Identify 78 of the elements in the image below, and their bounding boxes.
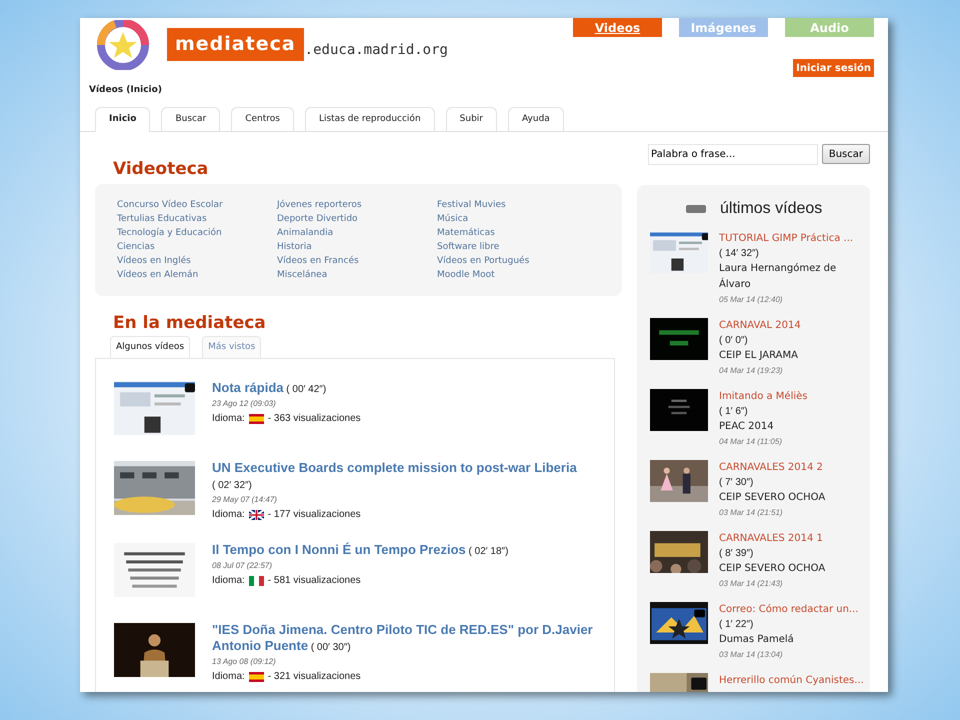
video-title[interactable]: Nota rápida ( 00′ 42″) xyxy=(212,379,597,397)
category-link[interactable]: Software libre xyxy=(437,240,500,254)
logo-wordmark: mediateca xyxy=(167,28,304,60)
category-link[interactable]: Festival Muvies xyxy=(437,198,506,212)
view-count: - 363 visualizaciones xyxy=(268,412,361,426)
video-title[interactable]: CARNAVAL 2014 xyxy=(719,318,869,333)
category-link[interactable]: Moodle Moot xyxy=(437,268,495,282)
site-domain: .educa.madrid.org xyxy=(304,40,448,60)
video-duration: ( 1′ 6″) xyxy=(719,405,749,419)
video-author: PEAC 2014 xyxy=(719,420,775,434)
video-author: CEIP EL JARAMA xyxy=(719,349,799,363)
category-link[interactable]: Jóvenes reporteros xyxy=(277,198,362,212)
video-date: 03 Mar 14 (21:43) xyxy=(719,578,784,590)
tab[interactable]: Centros xyxy=(231,107,294,131)
video-duration: ( 0′ 0″) xyxy=(719,334,749,348)
category-link[interactable]: Miscelánea xyxy=(277,268,328,282)
tab[interactable]: Listas de reproducción xyxy=(304,107,435,131)
view-count: - 177 visualizaciones xyxy=(268,508,361,522)
video-duration: ( 1′ 22″) xyxy=(719,618,754,632)
category-link[interactable]: Vídeos en Francés xyxy=(277,254,359,268)
language-label: Idioma: xyxy=(212,508,245,522)
tab[interactable]: Ayuda xyxy=(508,107,564,131)
video-author: Laura Hernangómez de Álvaro xyxy=(719,262,838,292)
login-button[interactable]: Iniciar sesión xyxy=(793,59,874,77)
language-label: Idioma: xyxy=(212,574,245,588)
video-title[interactable]: Imitando a Méliès xyxy=(719,389,869,404)
video-author: CEIP SEVERO OCHOA xyxy=(719,562,826,576)
video-date: 04 Mar 14 (11:05) xyxy=(719,436,783,448)
video-author: CEIP SEVERO OCHOA xyxy=(719,491,826,505)
video-duration: ( 14′ 32″) xyxy=(719,247,760,261)
view-count: - 581 visualizaciones xyxy=(268,574,361,588)
video-date: 13 Ago 08 (09:12) xyxy=(212,656,277,668)
category-link[interactable]: Ciencias xyxy=(117,240,155,254)
category-link[interactable]: Concurso Vídeo Escolar xyxy=(117,198,223,212)
video-title[interactable]: Correo: Cómo redactar un... xyxy=(719,602,869,617)
breadcrumb: Vídeos (Inicio) xyxy=(88,84,163,97)
section-heading: En la mediateca xyxy=(113,313,267,333)
video-title[interactable]: "IES Doña Jimena. Centro Piloto TIC de RED.ES" por D.Javier Antonio Puente ( 00′ 30″) xyxy=(212,621,597,655)
video-date: 03 Mar 14 (13:04) xyxy=(719,649,784,661)
category-link[interactable]: Música xyxy=(437,212,468,226)
category-link[interactable]: Vídeos en Inglés xyxy=(117,254,191,268)
panel-title: últimos vídeos xyxy=(720,199,822,219)
video-title[interactable]: CARNAVALES 2014 1 xyxy=(719,531,869,546)
category-link[interactable]: Historia xyxy=(277,240,312,254)
video-duration: ( 7′ 30″) xyxy=(719,476,754,490)
section-heading: Videoteca xyxy=(113,159,210,179)
tab[interactable]: Subir xyxy=(446,107,497,131)
category-link[interactable]: Tertulias Educativas xyxy=(117,212,207,226)
video-title[interactable]: Il Tempo con I Nonni É un Tempo Prezios ( 02′ 18″) xyxy=(212,541,597,559)
video-author: Dumas Pamelá xyxy=(719,633,795,647)
video-date: 04 Mar 14 (19:23) xyxy=(719,365,784,377)
category-link[interactable]: Tecnología y Educación xyxy=(117,226,222,240)
category-link[interactable]: Deporte Divertido xyxy=(277,212,358,226)
tab[interactable]: Algunos vídeos xyxy=(110,336,190,358)
search-button[interactable]: Buscar xyxy=(822,144,870,164)
video-duration: ( 8′ 39″) xyxy=(719,547,754,561)
video-date: 05 Mar 14 (12:40) xyxy=(719,294,784,306)
language-label: Idioma: xyxy=(212,670,245,684)
video-title[interactable]: UN Executive Boards complete mission to post-war Liberia ( 02′ 32″) xyxy=(212,459,597,493)
video-date: 29 May 07 (14:47) xyxy=(212,494,278,506)
search-field[interactable]: Palabra o frase... xyxy=(648,144,818,165)
video-title[interactable]: TUTORIAL GIMP Práctica ... xyxy=(719,231,869,246)
video-title[interactable]: Herrerillo común Cyanistes... xyxy=(719,673,869,688)
category-link[interactable]: Matemáticas xyxy=(437,226,495,240)
category-link[interactable]: Vídeos en Alemán xyxy=(117,268,198,282)
tab[interactable]: Buscar xyxy=(161,107,220,131)
video-title[interactable]: CARNAVALES 2014 2 xyxy=(719,460,869,475)
tab[interactable]: Más vistos xyxy=(202,336,262,358)
category-link[interactable]: Animalandia xyxy=(277,226,334,240)
language-label: Idioma: xyxy=(212,412,245,426)
category-link[interactable]: Vídeos en Portugués xyxy=(437,254,530,268)
nav-tab[interactable]: Videos xyxy=(573,18,662,37)
video-date: 03 Mar 14 (21:51) xyxy=(719,507,784,519)
tab[interactable]: Inicio xyxy=(95,107,150,132)
video-date: 08 Jul 07 (22:57) xyxy=(212,560,274,572)
view-count: - 321 visualizaciones xyxy=(268,670,361,684)
logo-icon xyxy=(95,20,151,70)
video-date: 23 Ago 12 (09:03) xyxy=(212,398,277,410)
